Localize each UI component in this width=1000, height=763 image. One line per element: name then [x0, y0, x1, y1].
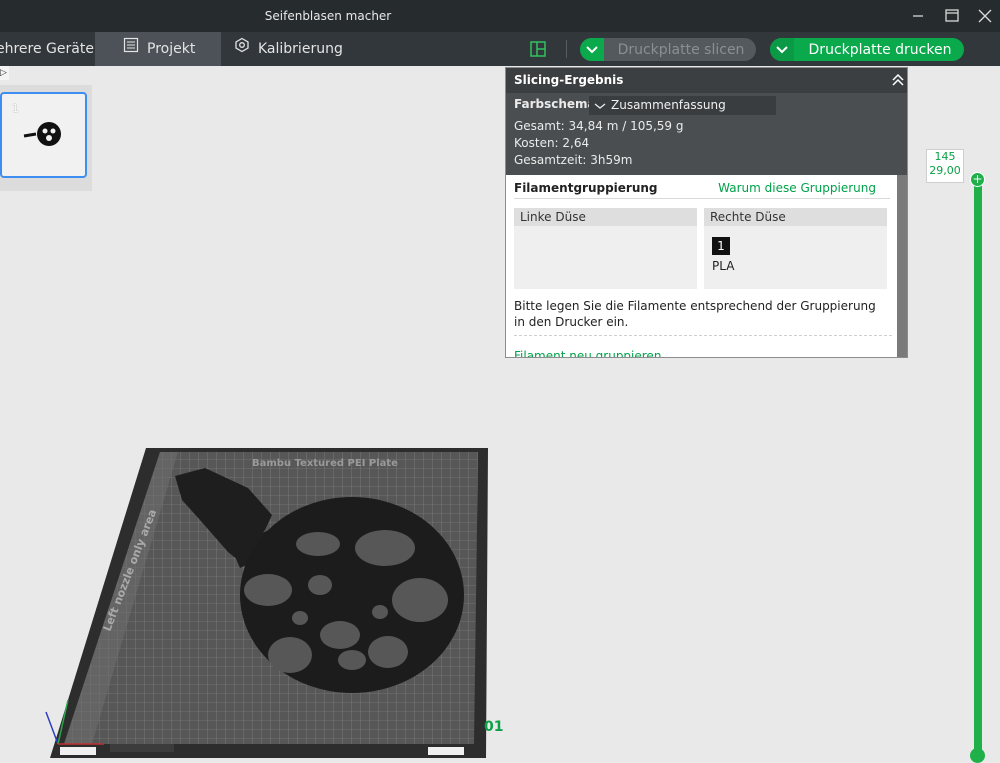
right-nozzle-box: Rechte Düse 1 PLA [704, 208, 887, 289]
build-plate [50, 448, 488, 758]
chevron-down-icon [776, 46, 788, 54]
left-nozzle-header: Linke Düse [514, 208, 697, 226]
window-title: Seifenblasen macher [264, 9, 392, 23]
axis-z-icon [45, 711, 59, 745]
layout-toggle-button[interactable] [530, 41, 546, 61]
color-scheme-label: Farbschema [514, 97, 596, 111]
collapse-up-icon[interactable] [891, 73, 905, 87]
sliced-model[interactable] [175, 468, 464, 693]
cost-stats: Kosten: 2,64 [514, 136, 590, 150]
plate-name: Bambu Textured PEI Plate [252, 458, 398, 469]
section-divider [514, 198, 890, 199]
slicing-result-panel: Slicing-Ergebnis Farbschema Zusammenfass… [505, 67, 908, 358]
maximize-icon [945, 9, 959, 22]
left-nozzle-area [64, 452, 178, 744]
layer-slider-bottom-handle[interactable] [970, 748, 985, 763]
list-icon [123, 32, 139, 66]
print-dropdown-toggle[interactable] [770, 38, 794, 61]
left-nozzle-area-label: Left nozzle only area [101, 508, 160, 634]
chevron-down-icon [594, 103, 606, 109]
slicing-summary: Farbschema Zusammenfassung Gesamt: 34,84… [506, 93, 907, 175]
tab-calibration-label: Kalibrierung [258, 41, 343, 57]
slice-dropdown-toggle[interactable] [580, 38, 604, 61]
layer-readout: 145 29,00 [926, 149, 964, 183]
model-preview-icon [23, 122, 61, 146]
chevron-down-icon [586, 46, 598, 54]
layer-height: 29,00 [929, 164, 961, 177]
grouping-instruction: Bitte legen Sie die Filamente entspreche… [514, 299, 876, 329]
panel-scrollbar-thumb[interactable] [897, 175, 907, 357]
tab-devices[interactable]: ehrere Geräte [0, 32, 95, 66]
layout-icon [530, 41, 546, 57]
toolbar-divider [566, 40, 567, 58]
plate-foot-left [60, 747, 96, 755]
color-scheme-value: Zusammenfassung [611, 98, 726, 112]
axis-y-icon [57, 699, 69, 745]
filament-grouping-title: Filamentgruppierung [514, 181, 658, 195]
sidebar-expand-icon[interactable]: ▷ [0, 66, 9, 80]
time-stats: Gesamtzeit: 3h59m [514, 153, 633, 167]
minimize-button[interactable] [908, 6, 928, 26]
tab-devices-label: ehrere Geräte [0, 41, 94, 57]
plate-number: 01 [484, 719, 504, 735]
grouping-reason-link[interactable]: Warum diese Gruppierung [718, 181, 876, 195]
plate-thumbnail-panel: 1 [0, 85, 92, 191]
calibration-icon [234, 32, 250, 66]
right-nozzle-header: Rechte Düse [704, 208, 887, 226]
title-bar: Seifenblasen macher [0, 0, 1000, 32]
plate-grid [64, 452, 478, 744]
plate-thumbnail[interactable]: 1 [0, 92, 87, 178]
dashed-divider [514, 335, 892, 336]
plate-label-strip [110, 744, 174, 752]
plate-foot-right [428, 747, 464, 755]
layer-number: 145 [934, 150, 956, 163]
slice-plate-button[interactable]: Druckplatte slicen [580, 38, 756, 61]
minimize-icon [913, 15, 923, 17]
layer-slider-track[interactable] [974, 180, 982, 758]
close-button[interactable] [975, 6, 995, 26]
print-plate-button[interactable]: Druckplatte drucken [770, 38, 964, 61]
filament-type: PLA [712, 259, 735, 273]
regroup-filament-link[interactable]: Filament neu gruppieren [514, 349, 661, 357]
slicing-result-title: Slicing-Ergebnis [514, 73, 624, 87]
close-icon [978, 9, 992, 23]
left-nozzle-box: Linke Düse [514, 208, 697, 289]
slicing-result-header[interactable]: Slicing-Ergebnis [506, 68, 907, 93]
color-scheme-dropdown[interactable]: Zusammenfassung [589, 96, 776, 115]
total-stats: Gesamt: 34,84 m / 105,59 g [514, 119, 684, 133]
main-toolbar: ehrere Geräte Projekt Kalibrierung Druck… [0, 32, 1000, 66]
tab-project-label: Projekt [147, 41, 196, 57]
filament-badge[interactable]: 1 [712, 237, 730, 255]
tab-project[interactable]: Projekt [95, 32, 221, 66]
layer-slider-top-handle[interactable]: + [970, 172, 985, 187]
slice-plate-label: Druckplatte slicen [617, 42, 745, 58]
maximize-button[interactable] [942, 6, 962, 26]
tab-calibration[interactable]: Kalibrierung [221, 32, 351, 66]
print-plate-label: Druckplatte drucken [808, 42, 952, 58]
